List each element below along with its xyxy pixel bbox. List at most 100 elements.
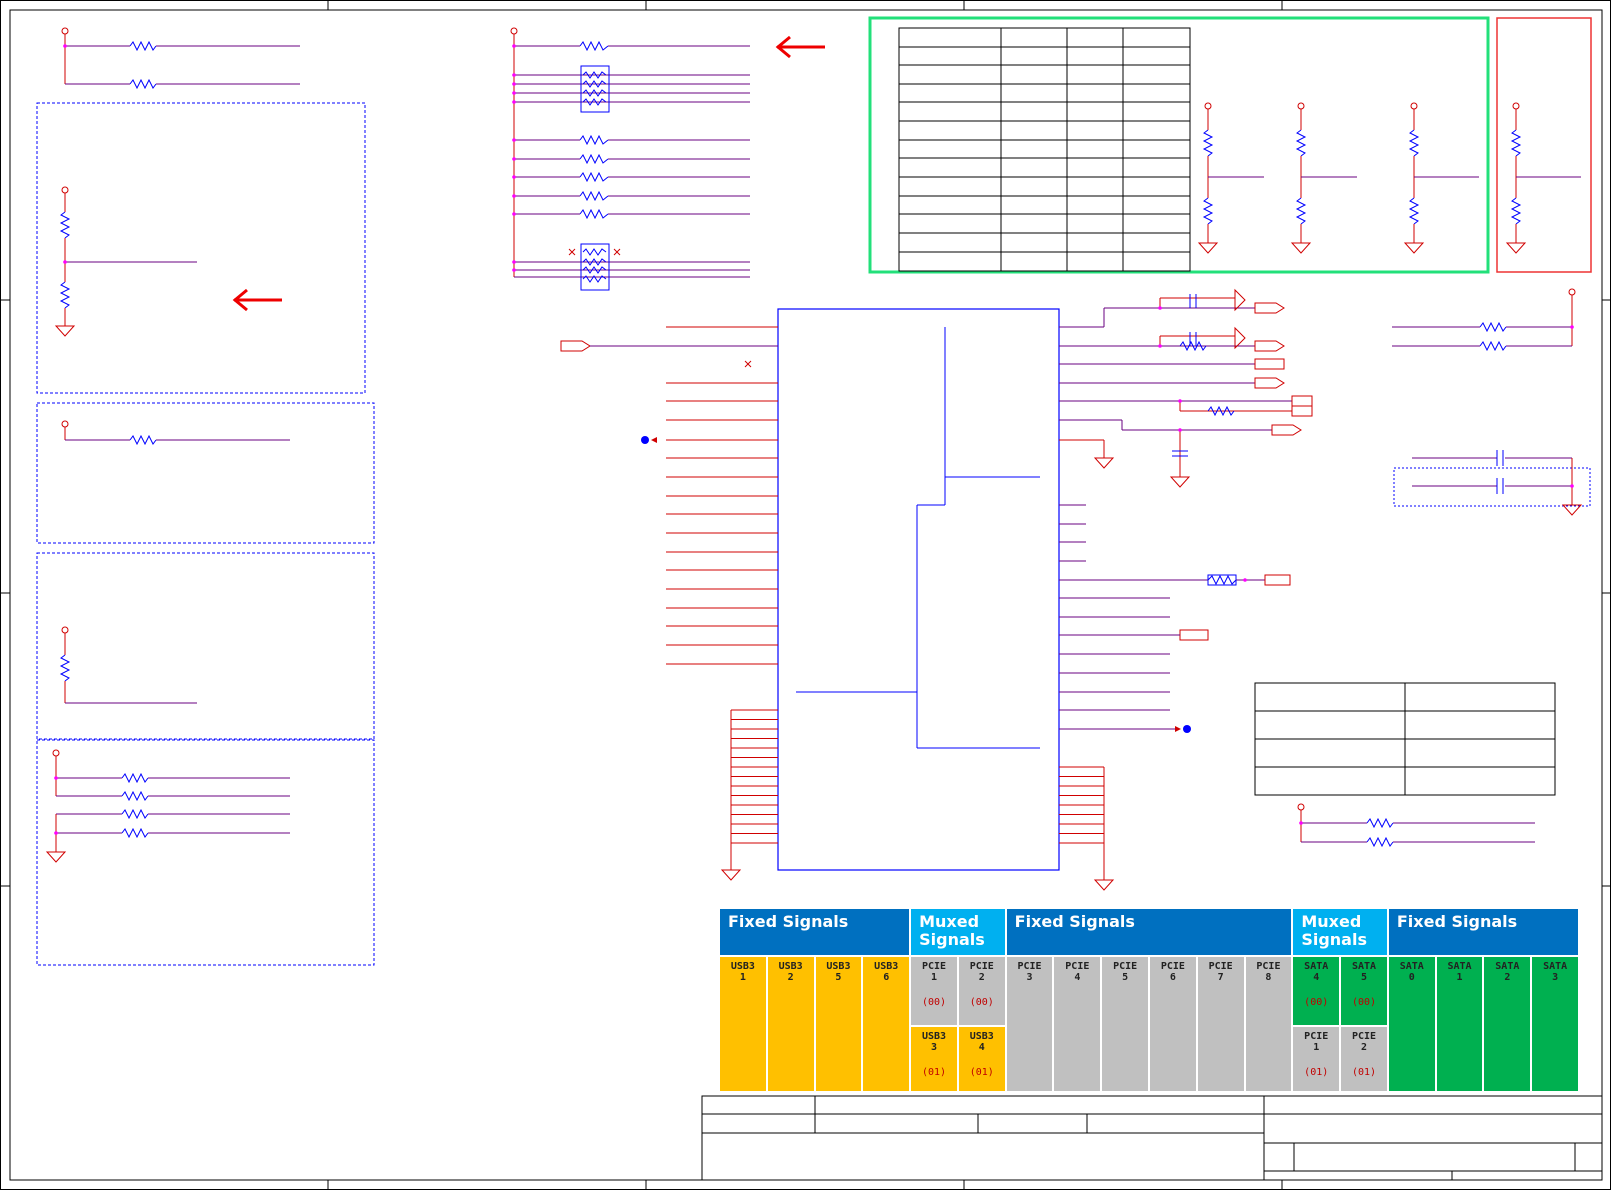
signal-number: 2: [1504, 972, 1511, 983]
signal-number: 4: [1074, 972, 1081, 983]
signal-number: 6: [1169, 972, 1176, 983]
signal-number: 4: [978, 1042, 985, 1053]
signal-name: PCIE: [1113, 961, 1138, 972]
signal-number: 3: [930, 1042, 937, 1053]
signal-cell: USB3 4 (01): [958, 1025, 1007, 1091]
signal-number: 2: [787, 972, 794, 983]
left-input-connector-icon: [560, 340, 778, 368]
dashed-block-3: [36, 552, 375, 740]
pullup-group-top-left: [61, 27, 300, 90]
signal-header: Fixed Signals: [1388, 909, 1580, 955]
mux-select-code: (00): [1304, 997, 1329, 1008]
signal-cell: USB3 6: [863, 955, 912, 1091]
signal-cell: USB3 5: [815, 955, 864, 1091]
strap-options-box: [868, 16, 1490, 274]
config-table-right: [1254, 682, 1556, 796]
signal-name: USB3: [921, 1031, 947, 1042]
signal-cell: SATA 5 (00): [1341, 955, 1389, 1025]
mux-select-code: (00): [1351, 997, 1377, 1008]
right-termination-block: [1392, 288, 1591, 516]
dashed-block-1: [36, 102, 366, 394]
mux-select-code: (01): [1351, 1067, 1377, 1078]
signal-cell: SATA 0: [1388, 955, 1437, 1091]
signal-name: USB3: [778, 961, 803, 972]
signal-name: PCIE: [1065, 961, 1090, 972]
arrow-left-icon: [775, 35, 825, 59]
signal-number: 0: [1408, 972, 1415, 983]
signal-name: PCIE: [1160, 961, 1185, 972]
signal-cell: PCIE 5: [1102, 955, 1150, 1091]
signal-name: PCIE: [1304, 1031, 1329, 1042]
arrow-left-icon: [232, 288, 282, 312]
signal-number: 7: [1217, 972, 1224, 983]
signal-cell: PCIE 6: [1150, 955, 1198, 1091]
signal-number: 3: [1026, 972, 1033, 983]
left-probe-dot: [641, 436, 657, 444]
signal-number: 1: [930, 972, 937, 983]
signal-name: USB3: [874, 961, 899, 972]
signal-name: PCIE: [1017, 961, 1042, 972]
mux-select-code: (01): [921, 1067, 947, 1078]
signal-cell: USB3 3 (01): [911, 1025, 959, 1091]
signal-mux-table: Fixed Signals Muxed Signals Fixed Signals M…: [720, 909, 1580, 1091]
signal-name: SATA: [1399, 961, 1424, 972]
signal-number: 1: [739, 972, 746, 983]
signal-name: PCIE: [969, 961, 994, 972]
signal-cell: PCIE 2 (00): [958, 955, 1007, 1025]
pullup-group-bottom-right: [1297, 803, 1535, 848]
signal-number: 6: [883, 972, 890, 983]
signal-name: SATA: [1447, 961, 1472, 972]
signal-number: 1: [1313, 1042, 1320, 1053]
signal-cell: SATA 1: [1436, 955, 1485, 1091]
signal-name: SATA: [1304, 961, 1329, 972]
dashed-block-2: [36, 402, 375, 544]
signal-cell: SATA 2: [1484, 955, 1533, 1091]
strap-divider-3: [1403, 102, 1479, 254]
signal-cell: PCIE 8: [1245, 955, 1294, 1091]
signal-cell: PCIE 7: [1197, 955, 1246, 1091]
title-block: [701, 1095, 1603, 1181]
signal-number: 2: [978, 972, 985, 983]
ground-icon: [1093, 879, 1115, 891]
signal-number: 8: [1265, 972, 1272, 983]
signal-cell: PCIE 3: [1006, 955, 1055, 1091]
signal-name: PCIE: [1208, 961, 1233, 972]
strap-divider-1: [1197, 102, 1264, 254]
signal-header: Muxed Signals: [911, 909, 1007, 955]
mux-select-code: (00): [969, 997, 994, 1008]
signal-name: SATA: [1543, 961, 1568, 972]
signal-number: 5: [835, 972, 842, 983]
signal-cell: SATA 3: [1532, 955, 1580, 1091]
main-ic: [666, 308, 1115, 891]
signal-number: 2: [1360, 1042, 1367, 1053]
signal-number: 5: [1360, 972, 1367, 983]
strap-divider-2: [1290, 102, 1357, 254]
signal-header: Fixed Signals: [720, 909, 912, 955]
signal-name: USB3: [969, 1031, 994, 1042]
signal-name: PCIE: [1351, 1031, 1377, 1042]
signal-name: PCIE: [1256, 961, 1281, 972]
signal-header: Fixed Signals: [1006, 909, 1294, 955]
resistor-bank-top: [510, 27, 750, 291]
mux-select-code: (00): [921, 997, 947, 1008]
signal-name: USB3: [826, 961, 851, 972]
ground-icon: [720, 869, 742, 881]
signal-header: Muxed Signals: [1293, 909, 1389, 955]
signal-cell: USB3 2: [767, 955, 816, 1091]
signal-cell: PCIE 1 (00): [911, 955, 959, 1025]
mux-select-code: (01): [969, 1067, 994, 1078]
signal-number: 5: [1122, 972, 1129, 983]
strap-red-box: [1496, 17, 1592, 273]
signal-name: SATA: [1351, 961, 1377, 972]
signal-cell: PCIE 1 (01): [1293, 1025, 1342, 1091]
signal-number: 1: [1456, 972, 1463, 983]
mux-select-code: (01): [1304, 1067, 1329, 1078]
signal-number: 4: [1313, 972, 1320, 983]
signal-cell: PCIE 2 (01): [1341, 1025, 1389, 1091]
signal-number: 3: [1552, 972, 1559, 983]
signal-cell: PCIE 4: [1054, 955, 1103, 1091]
signal-name: USB3: [730, 961, 755, 972]
signal-name: PCIE: [921, 961, 947, 972]
signal-name: SATA: [1495, 961, 1520, 972]
dashed-block-4: [36, 739, 375, 966]
